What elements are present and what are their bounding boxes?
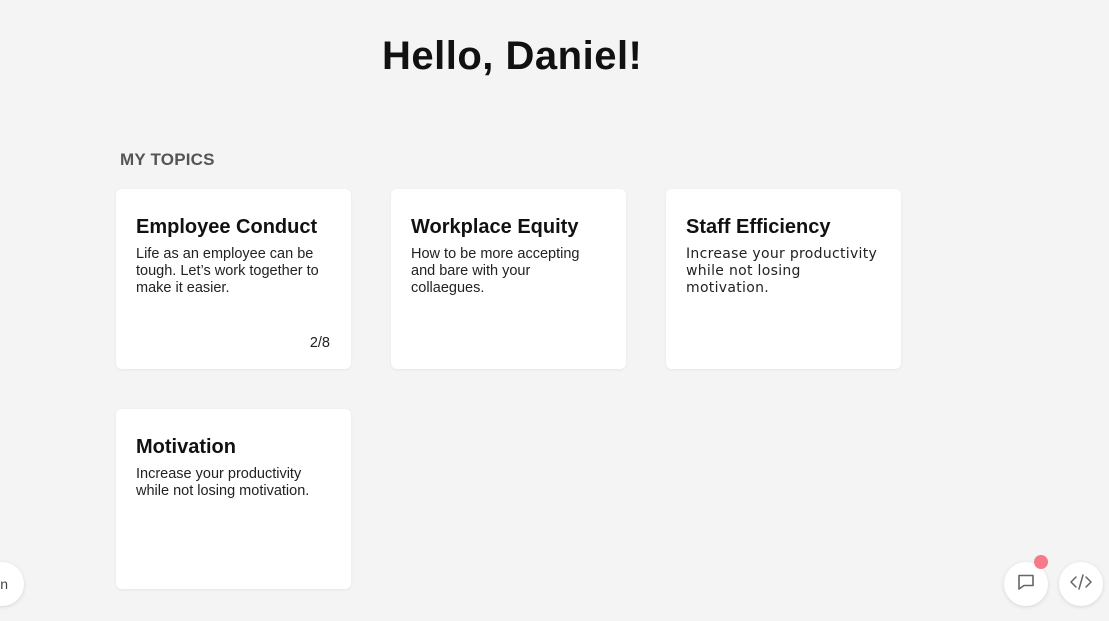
topic-card-title: Motivation — [136, 436, 236, 458]
topic-card-description: How to be more accepting and bare with y… — [411, 246, 580, 296]
notification-dot — [1034, 555, 1048, 569]
topic-card-title: Staff Efficiency — [686, 216, 831, 238]
code-button[interactable] — [1059, 562, 1103, 606]
topic-card-description: Increase your productivity while not los… — [136, 466, 310, 499]
topic-card-description: Increase your productivity while not los… — [686, 246, 878, 296]
section-title-my-topics: MY TOPICS — [120, 150, 215, 169]
topic-card-workplace-equity[interactable]: Workplace Equity How to be more acceptin… — [391, 189, 626, 369]
topic-card-motivation[interactable]: Motivation Increase your productivity wh… — [116, 409, 351, 589]
topic-card-staff-efficiency[interactable]: Staff Efficiency Increase your productiv… — [666, 189, 901, 369]
topic-card-title: Workplace Equity — [411, 216, 579, 238]
page-title: Hello, Daniel! — [382, 34, 643, 78]
left-floating-button[interactable]: n — [0, 562, 24, 606]
code-icon — [1069, 572, 1093, 597]
topic-card-title: Employee Conduct — [136, 216, 318, 238]
topic-card-description: Life as an employee can be tough. Let’s … — [136, 246, 319, 296]
left-floating-button-label: n — [0, 576, 8, 592]
topic-card-employee-conduct[interactable]: Employee Conduct Life as an employee can… — [116, 189, 351, 369]
chat-icon — [1016, 572, 1036, 597]
topic-progress-counter: 2/8 — [309, 335, 330, 351]
